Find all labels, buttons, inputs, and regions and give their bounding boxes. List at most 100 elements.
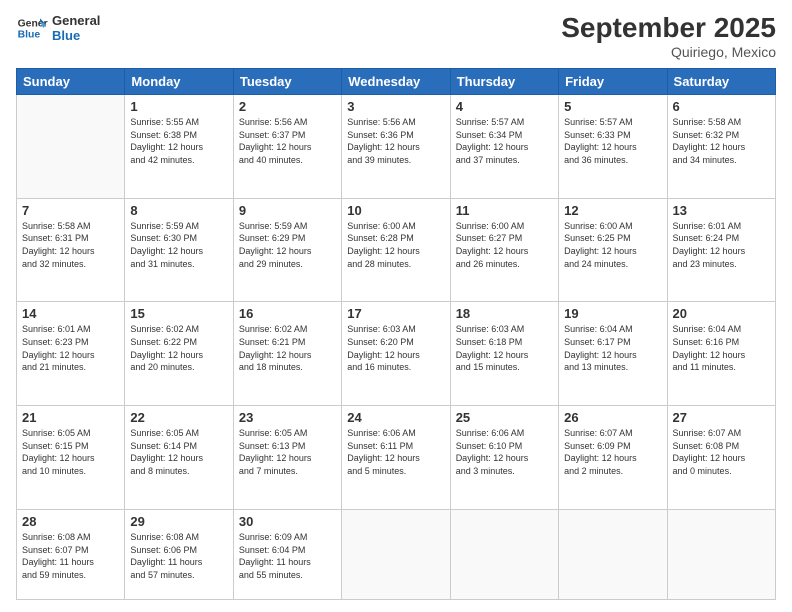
day-number: 20: [673, 306, 770, 321]
calendar-cell: 11 Sunrise: 6:00 AM Sunset: 6:27 PM Dayli…: [450, 198, 558, 302]
day-info: Sunrise: 5:59 AM Sunset: 6:30 PM Dayligh…: [130, 220, 227, 270]
day-info: Sunrise: 6:06 AM Sunset: 6:10 PM Dayligh…: [456, 427, 553, 477]
calendar-cell: [559, 509, 667, 599]
calendar-cell: 8 Sunrise: 5:59 AM Sunset: 6:30 PM Daylig…: [125, 198, 233, 302]
calendar-cell: [17, 95, 125, 199]
calendar-cell: 18Sunrise: 6:03 AM Sunset: 6:18 PM Dayli…: [450, 302, 558, 406]
day-number: 27: [673, 410, 770, 425]
day-info: Sunrise: 5:58 AM Sunset: 6:32 PM Dayligh…: [673, 116, 770, 166]
day-info: Sunrise: 6:01 AM Sunset: 6:24 PM Dayligh…: [673, 220, 770, 270]
day-info: Sunrise: 6:05 AM Sunset: 6:15 PM Dayligh…: [22, 427, 119, 477]
calendar-header-row: SundayMondayTuesdayWednesdayThursdayFrid…: [17, 69, 776, 95]
day-number: 8: [130, 203, 227, 218]
logo-line2: Blue: [52, 28, 100, 43]
calendar-cell: 20Sunrise: 6:04 AM Sunset: 6:16 PM Dayli…: [667, 302, 775, 406]
weekday-header: Friday: [559, 69, 667, 95]
day-number: 1: [130, 99, 227, 114]
calendar-table: SundayMondayTuesdayWednesdayThursdayFrid…: [16, 68, 776, 600]
day-info: Sunrise: 5:56 AM Sunset: 6:36 PM Dayligh…: [347, 116, 444, 166]
day-number: 9: [239, 203, 336, 218]
day-info: Sunrise: 6:05 AM Sunset: 6:13 PM Dayligh…: [239, 427, 336, 477]
calendar-cell: 25 Sunrise: 6:06 AM Sunset: 6:10 PM Dayli…: [450, 406, 558, 510]
day-number: 13: [673, 203, 770, 218]
day-info: Sunrise: 6:08 AM Sunset: 6:06 PM Dayligh…: [130, 531, 227, 581]
calendar-cell: 30Sunrise: 6:09 AM Sunset: 6:04 PM Dayli…: [233, 509, 341, 599]
day-number: 16: [239, 306, 336, 321]
weekday-header: Monday: [125, 69, 233, 95]
day-info: Sunrise: 5:57 AM Sunset: 6:34 PM Dayligh…: [456, 116, 553, 166]
calendar-cell: 22Sunrise: 6:05 AM Sunset: 6:14 PM Dayli…: [125, 406, 233, 510]
calendar-cell: 28 Sunrise: 6:08 AM Sunset: 6:07 PM Dayli…: [17, 509, 125, 599]
calendar-cell: 6 Sunrise: 5:58 AM Sunset: 6:32 PM Daylig…: [667, 95, 775, 199]
calendar-cell: 23 Sunrise: 6:05 AM Sunset: 6:13 PM Dayli…: [233, 406, 341, 510]
day-info: Sunrise: 6:02 AM Sunset: 6:21 PM Dayligh…: [239, 323, 336, 373]
day-number: 18: [456, 306, 553, 321]
calendar-cell: 2 Sunrise: 5:56 AM Sunset: 6:37 PM Daylig…: [233, 95, 341, 199]
day-number: 14: [22, 306, 119, 321]
weekday-header: Wednesday: [342, 69, 450, 95]
day-number: 22: [130, 410, 227, 425]
calendar-cell: 12 Sunrise: 6:00 AM Sunset: 6:25 PM Dayli…: [559, 198, 667, 302]
day-info: Sunrise: 6:04 AM Sunset: 6:17 PM Dayligh…: [564, 323, 661, 373]
day-number: 11: [456, 203, 553, 218]
day-number: 25: [456, 410, 553, 425]
day-info: Sunrise: 6:01 AM Sunset: 6:23 PM Dayligh…: [22, 323, 119, 373]
day-info: Sunrise: 6:07 AM Sunset: 6:09 PM Dayligh…: [564, 427, 661, 477]
calendar-cell: 15 Sunrise: 6:02 AM Sunset: 6:22 PM Dayli…: [125, 302, 233, 406]
calendar-cell: 26 Sunrise: 6:07 AM Sunset: 6:09 PM Dayli…: [559, 406, 667, 510]
day-number: 23: [239, 410, 336, 425]
day-info: Sunrise: 6:00 AM Sunset: 6:27 PM Dayligh…: [456, 220, 553, 270]
day-info: Sunrise: 6:00 AM Sunset: 6:28 PM Dayligh…: [347, 220, 444, 270]
day-number: 21: [22, 410, 119, 425]
weekday-header: Tuesday: [233, 69, 341, 95]
day-number: 7: [22, 203, 119, 218]
day-number: 17: [347, 306, 444, 321]
day-info: Sunrise: 5:58 AM Sunset: 6:31 PM Dayligh…: [22, 220, 119, 270]
day-number: 24: [347, 410, 444, 425]
day-number: 28: [22, 514, 119, 529]
weekday-header: Sunday: [17, 69, 125, 95]
day-number: 2: [239, 99, 336, 114]
location-subtitle: Quiriego, Mexico: [561, 44, 776, 60]
day-info: Sunrise: 6:08 AM Sunset: 6:07 PM Dayligh…: [22, 531, 119, 581]
calendar-cell: 19 Sunrise: 6:04 AM Sunset: 6:17 PM Dayli…: [559, 302, 667, 406]
calendar-cell: 17Sunrise: 6:03 AM Sunset: 6:20 PM Dayli…: [342, 302, 450, 406]
calendar-cell: 3 Sunrise: 5:56 AM Sunset: 6:36 PM Daylig…: [342, 95, 450, 199]
weekday-header: Saturday: [667, 69, 775, 95]
calendar-cell: 7 Sunrise: 5:58 AM Sunset: 6:31 PM Daylig…: [17, 198, 125, 302]
calendar-cell: 24Sunrise: 6:06 AM Sunset: 6:11 PM Dayli…: [342, 406, 450, 510]
title-area: September 2025 Quiriego, Mexico: [561, 12, 776, 60]
calendar-cell: 4 Sunrise: 5:57 AM Sunset: 6:34 PM Daylig…: [450, 95, 558, 199]
day-info: Sunrise: 5:55 AM Sunset: 6:38 PM Dayligh…: [130, 116, 227, 166]
calendar-cell: 9Sunrise: 5:59 AM Sunset: 6:29 PM Daylig…: [233, 198, 341, 302]
calendar-cell: [450, 509, 558, 599]
calendar-cell: [667, 509, 775, 599]
logo-icon: General Blue: [16, 12, 48, 44]
day-number: 12: [564, 203, 661, 218]
day-info: Sunrise: 5:57 AM Sunset: 6:33 PM Dayligh…: [564, 116, 661, 166]
day-info: Sunrise: 6:00 AM Sunset: 6:25 PM Dayligh…: [564, 220, 661, 270]
month-title: September 2025: [561, 12, 776, 44]
day-number: 15: [130, 306, 227, 321]
calendar-cell: 29 Sunrise: 6:08 AM Sunset: 6:06 PM Dayli…: [125, 509, 233, 599]
day-number: 19: [564, 306, 661, 321]
day-number: 10: [347, 203, 444, 218]
day-info: Sunrise: 6:09 AM Sunset: 6:04 PM Dayligh…: [239, 531, 336, 581]
calendar-cell: 14 Sunrise: 6:01 AM Sunset: 6:23 PM Dayli…: [17, 302, 125, 406]
svg-text:Blue: Blue: [18, 30, 41, 41]
calendar-cell: 1 Sunrise: 5:55 AM Sunset: 6:38 PM Daylig…: [125, 95, 233, 199]
day-info: Sunrise: 6:02 AM Sunset: 6:22 PM Dayligh…: [130, 323, 227, 373]
calendar-cell: 21 Sunrise: 6:05 AM Sunset: 6:15 PM Dayli…: [17, 406, 125, 510]
day-number: 3: [347, 99, 444, 114]
day-number: 29: [130, 514, 227, 529]
logo: General Blue General Blue: [16, 12, 100, 44]
calendar-cell: [342, 509, 450, 599]
page-header: General Blue General Blue September 2025…: [16, 12, 776, 60]
day-number: 26: [564, 410, 661, 425]
calendar-cell: 10 Sunrise: 6:00 AM Sunset: 6:28 PM Dayli…: [342, 198, 450, 302]
day-number: 4: [456, 99, 553, 114]
weekday-header: Thursday: [450, 69, 558, 95]
logo-line1: General: [52, 13, 100, 28]
day-info: Sunrise: 5:56 AM Sunset: 6:37 PM Dayligh…: [239, 116, 336, 166]
day-number: 6: [673, 99, 770, 114]
